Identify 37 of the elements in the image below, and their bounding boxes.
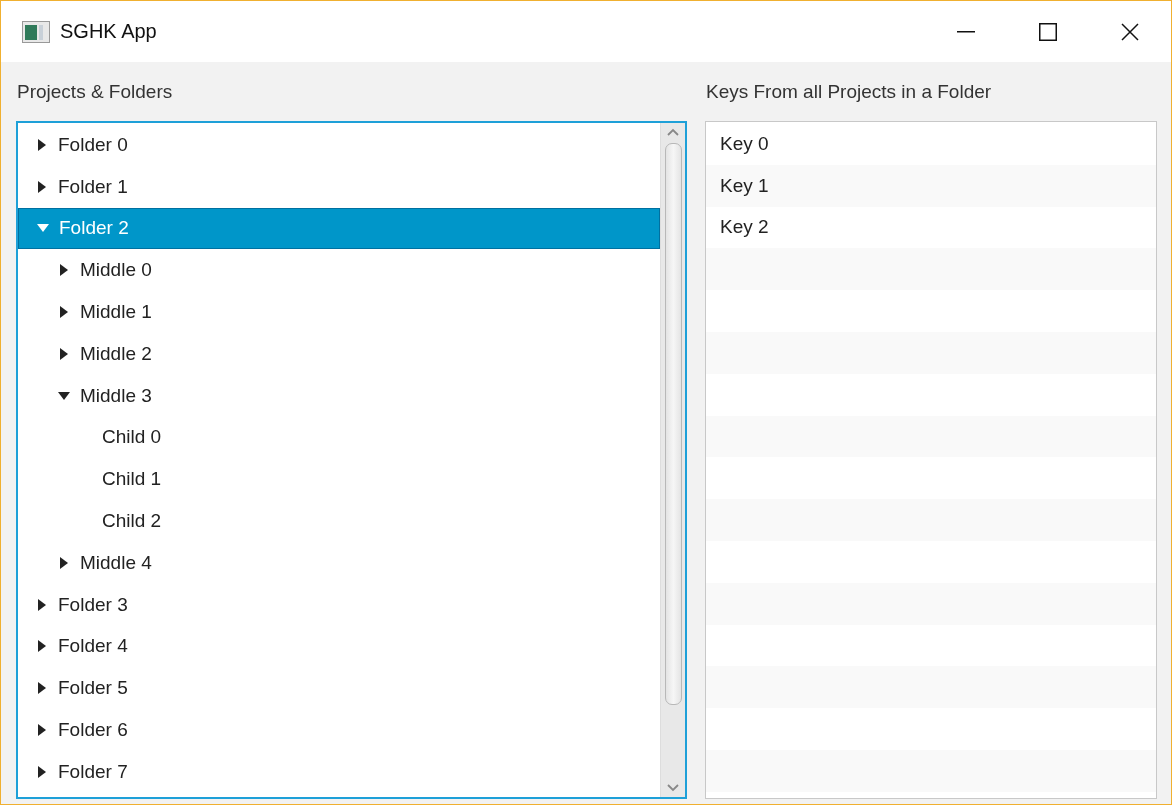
collapsed-arrow-icon[interactable]	[58, 347, 70, 360]
scrollbar[interactable]	[660, 123, 685, 797]
tree-item[interactable]: Folder 7	[18, 750, 660, 793]
maximize-icon	[1039, 22, 1057, 41]
tree-item[interactable]: Folder 4	[18, 625, 660, 668]
collapsed-arrow-icon[interactable]	[36, 765, 48, 778]
collapsed-arrow-icon[interactable]	[36, 724, 48, 737]
tree-item[interactable]: Folder 1	[18, 165, 660, 208]
close-icon	[1121, 22, 1139, 41]
tree-item[interactable]: Folder 6	[18, 709, 660, 751]
tree-item[interactable]: Middle 4	[18, 541, 660, 584]
tree-item[interactable]: Middle 0	[18, 249, 660, 292]
tree-item[interactable]: Child 1	[18, 458, 660, 501]
tree-item[interactable]: Child 0	[18, 416, 660, 459]
collapsed-arrow-icon[interactable]	[36, 682, 48, 695]
collapsed-arrow-icon[interactable]	[36, 180, 48, 193]
key-item[interactable]: Key 1	[706, 164, 1156, 207]
tree-item[interactable]: Middle 1	[18, 291, 660, 333]
collapsed-arrow-icon[interactable]	[36, 598, 48, 611]
panel-title: Projects & Folders	[16, 79, 174, 104]
tree-item[interactable]: Folder 3	[18, 583, 660, 626]
scrollbar-thumb[interactable]	[664, 143, 682, 705]
tree-item[interactable]: Folder 5	[18, 667, 660, 710]
collapsed-arrow-icon[interactable]	[36, 138, 48, 151]
panel-title: Keys From all Projects in a Folder	[705, 79, 993, 104]
collapsed-arrow-icon[interactable]	[58, 306, 70, 319]
collapsed-arrow-icon[interactable]	[58, 556, 70, 569]
expanded-arrow-icon[interactable]	[58, 389, 70, 402]
tree-item[interactable]: Middle 3	[18, 374, 660, 417]
tree-item[interactable]: Child 2	[18, 500, 660, 542]
tree-item[interactable]: Middle 2	[18, 333, 660, 375]
window-title: SGHK App	[60, 20, 158, 43]
app-icon	[22, 20, 50, 43]
collapsed-arrow-icon[interactable]	[36, 640, 48, 653]
minimize-icon	[957, 30, 975, 33]
collapsed-arrow-icon[interactable]	[58, 264, 70, 277]
tree-item[interactable]: Folder 0	[18, 124, 660, 166]
